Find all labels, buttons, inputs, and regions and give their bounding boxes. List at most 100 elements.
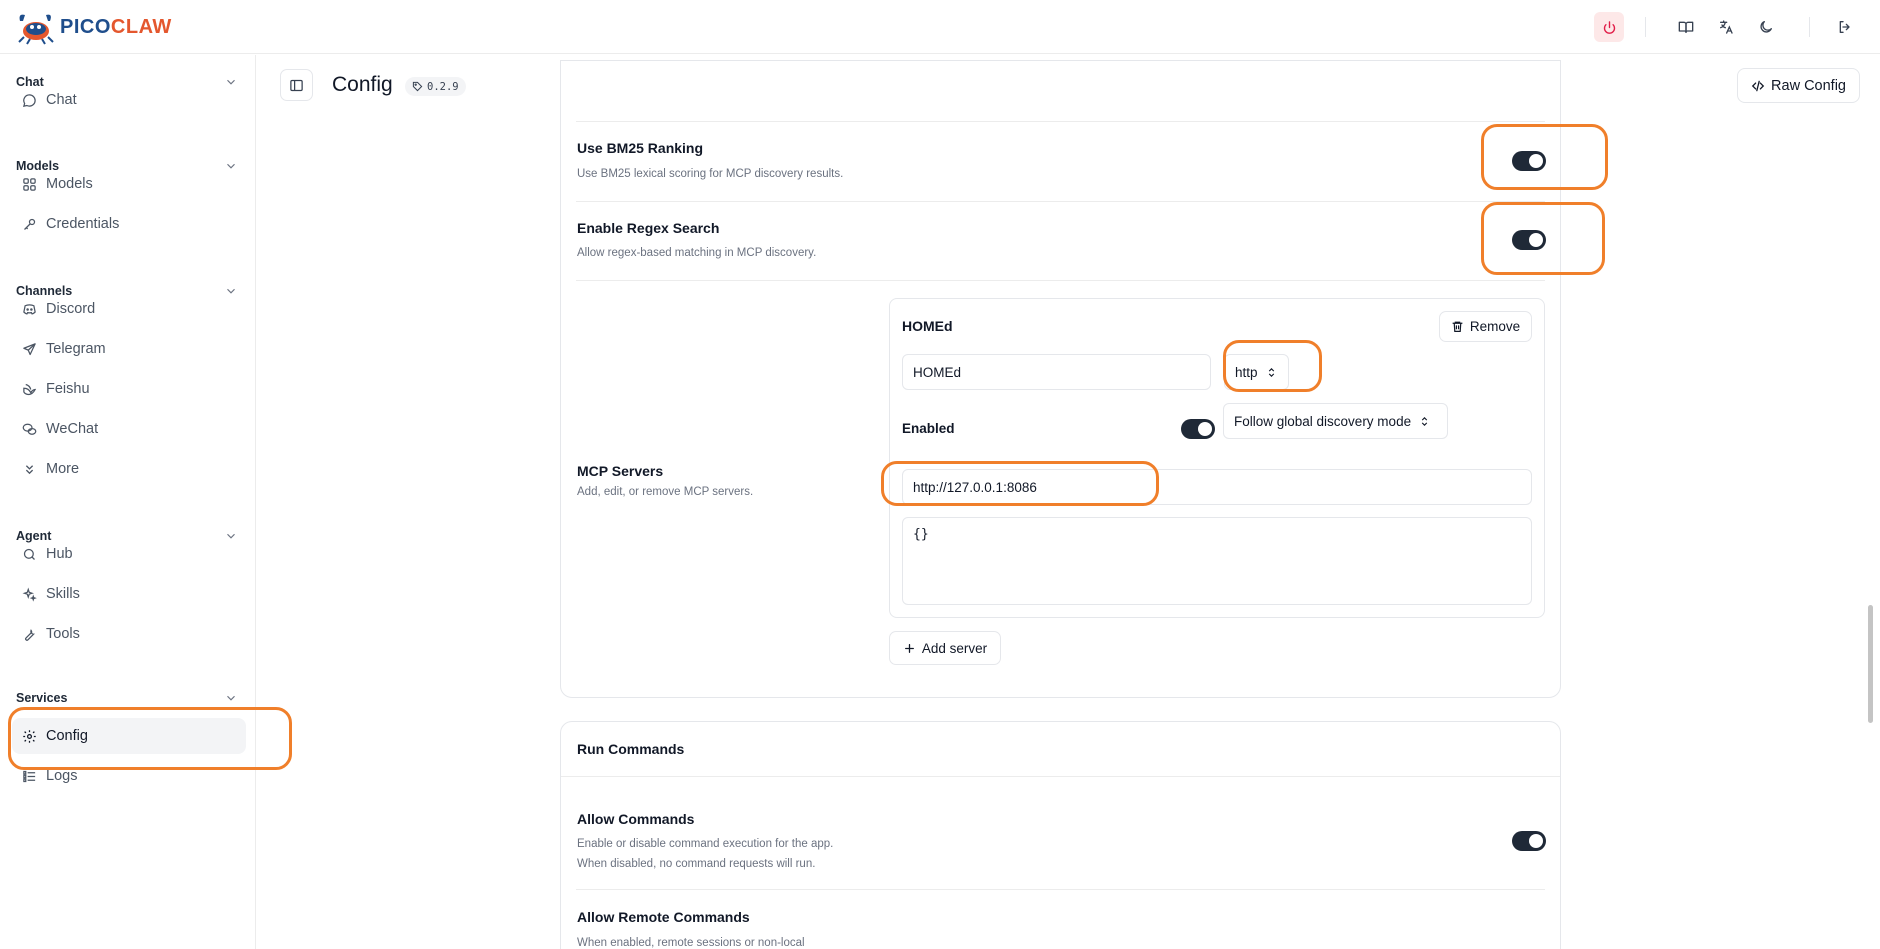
divider: [576, 201, 1545, 202]
moon-icon: [1760, 21, 1772, 33]
version-text: 0.2.9: [427, 80, 459, 93]
toggle-knob: [1529, 233, 1543, 247]
sparkles-icon: [22, 587, 37, 602]
sidebar-item-config[interactable]: Config: [12, 718, 246, 754]
toggle-knob: [1529, 834, 1543, 848]
allow-remote-commands-description: When enabled, remote sessions or non-loc…: [577, 937, 805, 949]
regex-label: Enable Regex Search: [577, 220, 720, 236]
chevrons-down-icon: [25, 464, 34, 474]
book-icon: [1678, 21, 1694, 33]
sidebar-item-more[interactable]: More: [12, 451, 246, 487]
tag-icon: [412, 81, 423, 92]
gear-icon: [23, 729, 36, 743]
chevron-down-icon[interactable]: [224, 691, 238, 705]
bm25-description: Use BM25 lexical scoring for MCP discove…: [577, 168, 844, 180]
top-actions: [1594, 10, 1880, 44]
theme-toggle-button[interactable]: [1751, 12, 1781, 42]
sidebar-item-label: Config: [46, 728, 88, 744]
allow-remote-commands-label: Allow Remote Commands: [577, 909, 750, 925]
discovery-mode-value: Follow global discovery mode: [1234, 413, 1412, 429]
top-bar: PICOCLAW: [0, 0, 1880, 54]
sidebar-item-telegram[interactable]: Telegram: [12, 331, 246, 367]
divider: [576, 280, 1545, 281]
server-headers-textarea[interactable]: {}: [902, 517, 1532, 605]
transport-select[interactable]: http: [1224, 354, 1289, 390]
transport-value: http: [1235, 364, 1258, 380]
raw-config-button[interactable]: Raw Config: [1737, 68, 1860, 103]
run-commands-title: Run Commands: [577, 741, 685, 757]
enabled-label: Enabled: [902, 421, 955, 436]
server-name-input[interactable]: HOMEd: [902, 354, 1211, 390]
mcp-servers-label: MCP Servers: [577, 463, 664, 479]
sidebar-item-label: WeChat: [46, 421, 99, 437]
add-server-button[interactable]: Add server: [889, 631, 1001, 665]
sidebar-item-logs[interactable]: Logs: [12, 758, 246, 794]
logout-icon: [1839, 21, 1850, 33]
scrollbar-thumb[interactable]: [1868, 605, 1873, 723]
raw-config-label: Raw Config: [1771, 77, 1846, 94]
sidebar-item-label: Discord: [46, 301, 96, 317]
sidebar-item-tools[interactable]: Tools: [12, 616, 246, 652]
sidebar-item-models[interactable]: Models: [12, 166, 246, 202]
translate-icon: [1720, 20, 1733, 34]
sidebar-item-label: More: [46, 461, 80, 477]
discord-icon: [23, 303, 36, 315]
server-title: HOMEd: [902, 318, 953, 334]
allow-commands-description-2: When disabled, no command requests will …: [577, 858, 816, 870]
bm25-toggle[interactable]: [1512, 151, 1546, 171]
scrollbar-track[interactable]: [1866, 100, 1874, 949]
chevron-up-down-icon: [1268, 367, 1274, 377]
sidebar-item-wechat[interactable]: WeChat: [12, 411, 246, 447]
chevron-up-down-icon: [1421, 416, 1428, 426]
brand-part-2: CLAW: [110, 15, 172, 38]
code-icon: [1751, 80, 1765, 91]
docs-button[interactable]: [1671, 12, 1701, 42]
allow-commands-label: Allow Commands: [577, 811, 695, 827]
version-badge: 0.2.9: [405, 77, 466, 96]
key-icon: [24, 218, 36, 230]
allow-commands-description-1: Enable or disable command execution for …: [577, 838, 834, 850]
divider: [576, 889, 1545, 890]
plus-icon: [904, 643, 914, 653]
sidebar: Chat Chat Models Models Credentials Chan…: [0, 55, 256, 949]
language-button[interactable]: [1711, 12, 1741, 42]
app-name: PICOCLAW: [60, 16, 172, 39]
sidebar-item-feishu[interactable]: Feishu: [12, 371, 246, 407]
sidebar-item-discord[interactable]: Discord: [12, 291, 246, 327]
sidebar-item-label: Models: [46, 176, 93, 192]
chat-bubble-icon: [22, 93, 36, 107]
brand-part-1: PICO: [60, 15, 111, 38]
logout-button[interactable]: [1830, 12, 1860, 42]
remove-label: Remove: [1469, 319, 1521, 334]
remove-server-button[interactable]: Remove: [1439, 311, 1532, 342]
sidebar-toggle-icon: [290, 79, 303, 91]
bm25-label: Use BM25 Ranking: [577, 140, 704, 156]
power-icon: [1603, 20, 1615, 34]
sidebar-group-services[interactable]: Services: [16, 691, 67, 705]
sidebar-item-label: Hub: [46, 546, 73, 562]
server-url-input[interactable]: http://127.0.0.1:8086: [902, 469, 1532, 505]
search-icon: [23, 548, 35, 560]
sidebar-item-hub[interactable]: Hub: [12, 536, 246, 572]
sidebar-item-label: Telegram: [46, 341, 106, 357]
sidebar-item-skills[interactable]: Skills: [12, 576, 246, 612]
regex-toggle[interactable]: [1512, 230, 1546, 250]
toggle-knob: [1198, 422, 1212, 436]
sidebar-item-chat[interactable]: Chat: [12, 82, 246, 118]
power-button[interactable]: [1594, 12, 1624, 42]
sidebar-item-label: Chat: [46, 92, 77, 108]
sidebar-item-label: Feishu: [46, 381, 90, 397]
sidebar-item-label: Tools: [46, 626, 80, 642]
server-enabled-toggle[interactable]: [1181, 419, 1215, 439]
allow-commands-toggle[interactable]: [1512, 831, 1546, 851]
logs-icon: [23, 770, 36, 782]
sidebar-item-credentials[interactable]: Credentials: [12, 206, 246, 242]
discovery-mode-select[interactable]: Follow global discovery mode: [1223, 403, 1448, 439]
app-logo[interactable]: PICOCLAW: [14, 9, 172, 45]
divider: [561, 776, 1560, 777]
sidebar-item-label: Skills: [46, 586, 80, 602]
page-title: Config: [332, 73, 393, 96]
send-icon: [23, 342, 36, 355]
mcp-servers-description: Add, edit, or remove MCP servers.: [577, 486, 754, 498]
toggle-sidebar-button[interactable]: [280, 69, 313, 101]
